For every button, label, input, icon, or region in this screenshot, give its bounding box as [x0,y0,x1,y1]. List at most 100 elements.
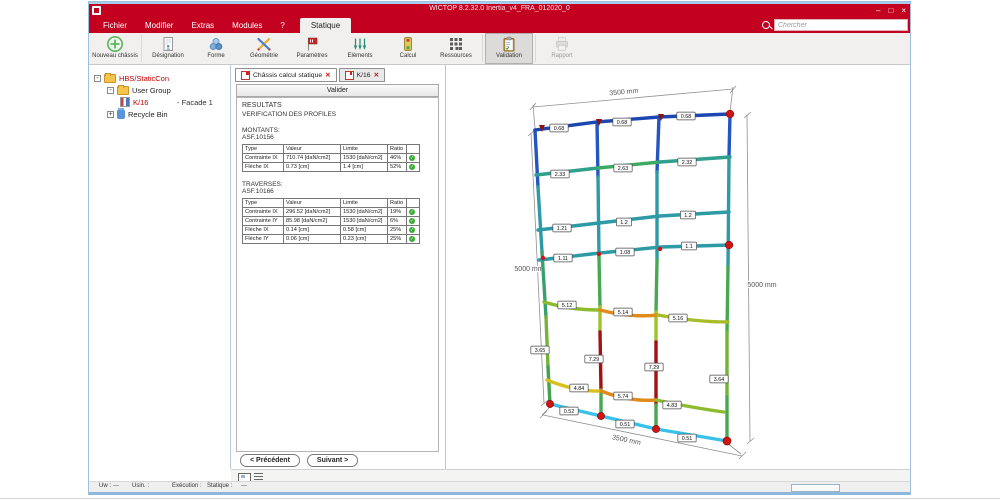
svg-text:5.14: 5.14 [618,310,629,316]
menu-item-fichier[interactable]: Fichier [94,18,136,33]
toolbar-button-label: Géométrie [250,53,278,60]
close-button[interactable]: × [901,4,906,17]
minimize-button[interactable]: – [876,4,880,17]
menu-item-modules[interactable]: Modules [223,18,271,33]
collapse-icon[interactable]: - [94,75,101,82]
toolbar-button-new-frame[interactable]: Nouveau châssis [91,33,139,64]
menu-item-modifier[interactable]: Modifier [136,18,182,33]
svg-text:5.16: 5.16 [673,316,684,322]
svg-text:0.68: 0.68 [554,126,565,132]
tree-item-label: HBS/StaticCon [119,74,169,83]
table-cell: 85.98 [daN/cm2] [284,217,341,226]
table-cell: 710.74 [daN/cm2] [284,154,341,163]
toolbar-button-elements[interactable]: Eléments [336,33,384,64]
column-header: Limite [341,145,388,154]
tab-close-icon[interactable]: ✕ [325,71,330,79]
table-header-row: TypeValeurLimiteRatio [243,145,420,154]
valider-button[interactable]: Valider [236,84,439,97]
next-button[interactable]: Suivant > [307,454,358,467]
toolbar-button-parameters[interactable]: Paramètres [288,33,336,64]
status-bar: Uw :---Usin. :Exécution :Statique :--- [89,481,910,492]
ok-check-icon: ✓ [409,209,415,215]
results-panel: Châssis calcul statique✕K/16✕ Valider RE… [231,65,446,469]
tree-item-recycle-bin[interactable]: +Recycle Bin [89,108,230,120]
member-value-label: 2.32 [678,158,696,166]
table-cell: 0.06 [cm] [284,235,341,244]
results-content: RESULTATS VERIFICATION DES PROFILES MONT… [236,97,439,452]
title-bar: WICTOP 8.2.32.0 Inertia_v4_FRA_012020_0 … [89,4,910,17]
report-icon [553,35,571,53]
frame-viewport[interactable]: 3500 mm 5000 mm 5000 mm 3500 mm [447,65,910,469]
svg-text:0.68: 0.68 [681,114,692,120]
column-header: Valeur [284,199,341,208]
toolbar-button-calculation[interactable]: Calcul [384,33,432,64]
column-header: Ratio [388,145,407,154]
screenshot-stage: WICTOP 8.2.32.0 Inertia_v4_FRA_012020_0 … [0,0,1000,500]
status-label: Statique : [207,483,232,489]
member-value-label: 5.16 [669,314,687,322]
table-row: Contrainte IY85.98 [daN/cm2]1530 [daN/cm… [243,217,420,226]
ok-check-icon: ✓ [409,164,415,170]
table-row: Contrainte IX296.52 [daN/cm2]1530 [daN/c… [243,208,420,217]
table-cell: 296.52 [daN/cm2] [284,208,341,217]
svg-text:4.84: 4.84 [574,386,585,392]
tab-k16[interactable]: K/16✕ [339,68,385,82]
toolbar-button-validation[interactable]: Validation [485,33,533,64]
ok-check-icon: ✓ [409,155,415,161]
page-border [0,498,1000,499]
menu-item-extras[interactable]: Extras [182,18,223,33]
table-cell: Contrainte IX [243,208,284,217]
member-value-label: 4.83 [663,401,681,409]
toolbar-button-shape[interactable]: Forme [192,33,240,64]
table-cell: ✓ [407,235,420,244]
tab-chassis-calcul-statique[interactable]: Châssis calcul statique✕ [235,68,337,82]
svg-text:0.68: 0.68 [617,120,628,126]
menu-item-statique[interactable]: Statique [300,18,351,33]
results-title: RESULTATS [242,102,433,109]
menu-items: FichierModifierExtrasModules? Statique [89,17,351,33]
expand-icon[interactable]: + [107,111,114,118]
table-cell: Flèche IX [243,226,284,235]
results-subtitle: VERIFICATION DES PROFILES [242,111,433,118]
member-value-label: 5.12 [558,301,576,309]
table-cell: 6% [388,217,407,226]
results-table-2: TypeValeurLimiteRatioContrainte IX296.52… [242,198,420,244]
list-view-icon[interactable] [254,473,263,480]
table-row: Flèche IY0.06 [cm]0.23 [cm]25%✓ [243,235,420,244]
table-row: Contrainte IX710.74 [daN/cm2]1530 [daN/c… [243,154,420,163]
tree-item-k16[interactable]: K/16- Facade 1 [89,96,230,108]
svg-text:1.21: 1.21 [557,226,568,232]
previous-button[interactable]: < Précédent [240,454,300,467]
collapse-icon[interactable]: - [107,87,114,94]
toolbar-separator [535,35,536,62]
svg-text:2.63: 2.63 [618,166,629,172]
tab-close-icon[interactable]: ✕ [374,71,379,79]
tree-item-user-group[interactable]: -User Group [89,84,230,96]
table-cell: 1.4 [cm] [341,163,388,172]
member-value-label: 0.51 [678,434,696,442]
new-frame-icon [106,35,124,53]
toolbar-button-label: Ressources [440,53,472,60]
member-value-label: 3.65 [531,346,549,354]
toolbar-button-resources[interactable]: Ressources [432,33,480,64]
frame-icon [120,97,130,107]
svg-text:0.52: 0.52 [564,409,575,415]
search-input[interactable] [774,19,908,31]
tab-label: Châssis calcul statique [253,72,322,79]
menu-item-help[interactable]: ? [271,18,293,33]
tree-item-hbs-staticcon[interactable]: - HBS/StaticCon [89,72,230,84]
tree-item-extra-label: - Facade 1 [177,98,213,107]
restore-button[interactable]: □ [888,4,893,17]
app-window: WICTOP 8.2.32.0 Inertia_v4_FRA_012020_0 … [88,1,911,495]
frame-traverses [535,114,730,441]
toolbar-button-designation[interactable]: Désignation [144,33,192,64]
toolbar-separator [482,35,483,62]
status-label: Uw : [99,483,111,489]
geometry-icon [255,35,273,53]
table-cell: ✓ [407,226,420,235]
results-table-1: TypeValeurLimiteRatioContrainte IX710.74… [242,144,420,172]
svg-text:1.08: 1.08 [620,250,631,256]
toolbar-button-label: Nouveau châssis [92,53,138,60]
member-value-label: 2.63 [614,164,632,172]
toolbar-button-geometry[interactable]: Géométrie [240,33,288,64]
